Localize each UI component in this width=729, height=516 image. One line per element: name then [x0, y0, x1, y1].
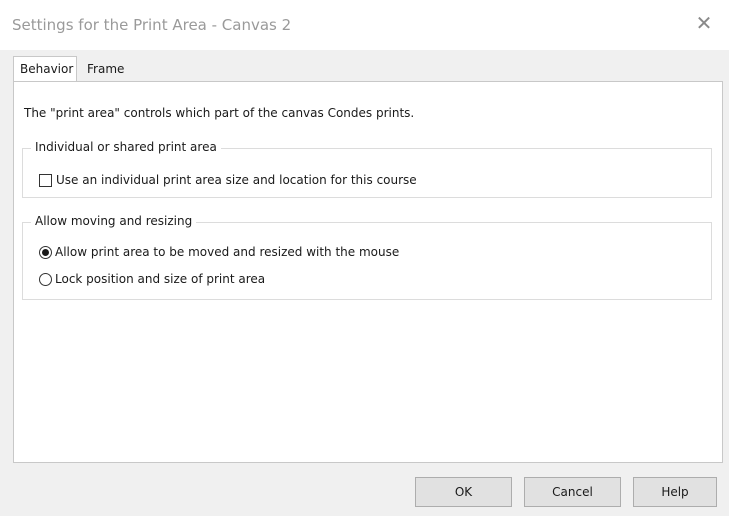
settings-dialog: Settings for the Print Area - Canvas 2 ✕…	[0, 0, 729, 516]
intro-text: The "print area" controls which part of …	[24, 106, 415, 120]
tab-frame[interactable]: Frame	[81, 58, 130, 80]
ok-button[interactable]: OK	[415, 477, 512, 507]
shared-print-area-group: Individual or shared print area Use an i…	[22, 140, 712, 198]
shared-print-area-legend: Individual or shared print area	[31, 140, 221, 154]
close-icon[interactable]: ✕	[693, 12, 715, 34]
radio-allow-move-resize[interactable]: Allow print area to be moved and resized…	[39, 243, 399, 261]
radio-button-unchecked[interactable]	[39, 272, 52, 286]
lock-position-label: Lock position and size of print area	[55, 272, 266, 286]
radio-lock-position[interactable]: Lock position and size of print area	[39, 270, 265, 288]
tab-behavior[interactable]: Behavior	[13, 56, 77, 81]
allow-move-resize-label: Allow print area to be moved and resized…	[55, 245, 400, 259]
moving-resizing-legend: Allow moving and resizing	[31, 214, 197, 228]
moving-resizing-group: Allow moving and resizing Allow print ar…	[22, 214, 712, 300]
title-bar: Settings for the Print Area - Canvas 2 ✕	[0, 0, 729, 50]
behavior-panel: The "print area" controls which part of …	[13, 81, 723, 463]
cancel-button[interactable]: Cancel	[524, 477, 621, 507]
checkbox-box[interactable]	[39, 173, 52, 187]
dialog-title: Settings for the Print Area - Canvas 2	[12, 16, 292, 34]
radio-button-checked[interactable]	[39, 245, 52, 259]
individual-print-area-checkbox[interactable]: Use an individual print area size and lo…	[39, 171, 417, 189]
help-button[interactable]: Help	[633, 477, 717, 507]
individual-print-area-label: Use an individual print area size and lo…	[56, 173, 417, 187]
